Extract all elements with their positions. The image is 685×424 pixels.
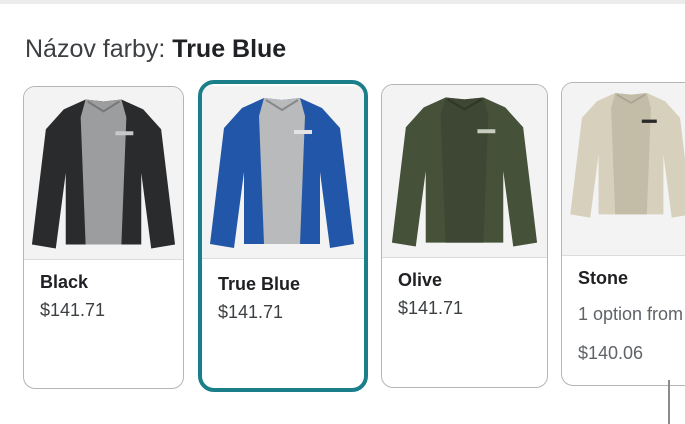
swatch-price: $141.71 (398, 298, 464, 318)
swatch-name: True Blue (218, 274, 301, 294)
jacket-image (24, 87, 183, 260)
swatch-name: Black (40, 272, 89, 292)
jacket-image (202, 86, 364, 259)
jacket-image (562, 83, 685, 256)
swatch-card-olive[interactable]: Olive $141.71 (381, 84, 548, 388)
swatch-card-black[interactable]: Black $141.71 (23, 86, 184, 389)
swatch-price: $141.71 (218, 302, 284, 322)
swatch-name: Stone (578, 268, 629, 288)
swatch-card-stone[interactable]: Stone 1 option from $140.06 (561, 82, 685, 386)
swatch-price: $140.06 (578, 343, 644, 363)
swatch-card-true-blue[interactable]: True Blue $141.71 (198, 80, 368, 392)
swatch-price: $141.71 (40, 300, 106, 320)
swatch-name: Olive (398, 270, 443, 290)
top-divider (0, 0, 685, 4)
color-name-heading: Názov farby: True Blue (25, 32, 286, 66)
swatch-options-note: 1 option from (578, 304, 684, 324)
jacket-image (382, 85, 547, 258)
color-name-label: Názov farby: (25, 35, 166, 63)
scroll-edge (668, 380, 670, 424)
selected-color-value: True Blue (172, 35, 287, 63)
